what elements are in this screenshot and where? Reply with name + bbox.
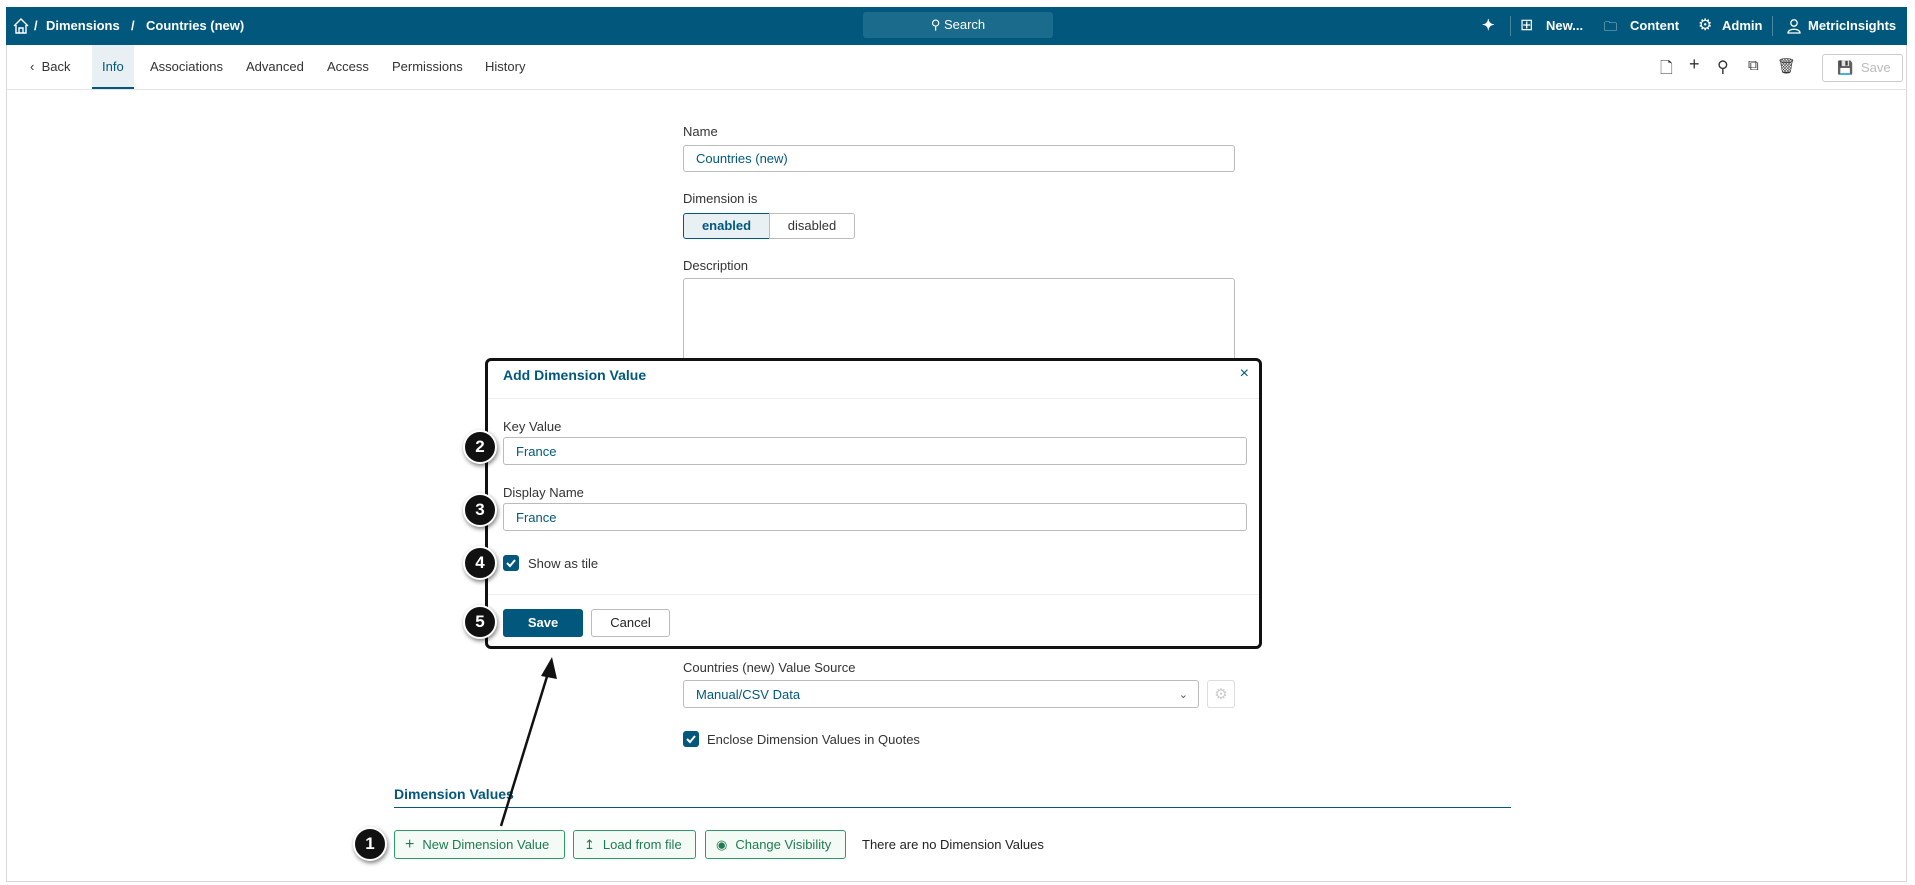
dialog-cancel-button[interactable]: Cancel <box>591 609 670 637</box>
breadcrumb-current: Countries (new) <box>146 18 245 33</box>
step-marker-3: 3 <box>463 493 497 527</box>
value-source-select[interactable]: Manual/CSV Data ⌄ <box>683 680 1199 708</box>
divider <box>394 807 1511 808</box>
tab-advanced[interactable]: Advanced <box>236 45 314 89</box>
folder-icon: 🗀 <box>1604 19 1618 34</box>
tab-permissions[interactable]: Permissions <box>382 45 473 89</box>
save-label: Save <box>1861 60 1891 75</box>
key-value-input[interactable]: France <box>503 437 1247 465</box>
new-dimension-value-label: New Dimension Value <box>422 837 550 852</box>
step-marker-1: 1 <box>353 827 387 861</box>
tab-history[interactable]: History <box>475 45 535 89</box>
value-source-value: Manual/CSV Data <box>696 686 801 702</box>
load-from-file-label: Load from file <box>602 837 682 852</box>
name-label: Name <box>683 124 718 139</box>
document-icon[interactable]: 🗋 <box>1660 57 1680 77</box>
new-menu[interactable]: New... <box>1546 18 1583 33</box>
change-visibility-label: Change Visibility <box>735 837 832 852</box>
change-visibility-button[interactable]: ◉ Change Visibility <box>705 830 846 859</box>
tab-access[interactable]: Access <box>317 45 379 89</box>
eye-icon: ◉ <box>716 837 728 852</box>
name-input[interactable]: Countries (new) <box>683 145 1235 172</box>
top-bar: / Dimensions / Countries (new) ⚲ Search … <box>6 7 1907 45</box>
plus-square-icon: ⊞ <box>1520 17 1534 34</box>
display-name-input[interactable]: France <box>503 503 1247 531</box>
user-menu[interactable]: MetricInsights <box>1808 18 1896 33</box>
show-as-tile-label: Show as tile <box>528 556 599 571</box>
close-icon[interactable]: × <box>1240 365 1249 383</box>
step-marker-2: 2 <box>463 430 497 464</box>
enabled-toggle[interactable]: enabled <box>683 213 770 239</box>
search-icon: ⚲ <box>930 17 941 32</box>
step-marker-5: 5 <box>463 605 497 639</box>
upload-icon: ↥ <box>584 837 595 852</box>
tab-bar: ‹ Back Info Associations Advanced Access… <box>6 45 1907 90</box>
dialog-save-button[interactable]: Save <box>503 609 583 637</box>
trash-icon[interactable]: 🗑 <box>1777 57 1797 77</box>
content-menu[interactable]: Content <box>1630 18 1679 33</box>
enclose-checkbox[interactable] <box>683 731 699 747</box>
check-icon <box>506 559 516 568</box>
admin-menu[interactable]: Admin <box>1722 18 1762 33</box>
home-icon[interactable] <box>12 17 30 35</box>
tab-associations[interactable]: Associations <box>140 45 233 89</box>
search-icon[interactable]: ⚲ <box>1717 57 1737 77</box>
description-label: Description <box>683 258 749 273</box>
search-label: Search <box>943 17 986 32</box>
load-from-file-button[interactable]: ↥ Load from file <box>573 830 696 859</box>
gear-icon: ⚙ <box>1698 17 1713 34</box>
search-button[interactable]: ⚲ Search <box>863 12 1053 38</box>
dialog-title: Add Dimension Value <box>503 367 647 383</box>
disabled-toggle[interactable]: disabled <box>769 213 855 239</box>
back-label: Back <box>41 59 71 74</box>
add-dimension-value-dialog: Add Dimension Value × Key Value France D… <box>485 358 1262 649</box>
plus-icon[interactable]: + <box>1689 54 1709 74</box>
tab-info[interactable]: Info <box>92 45 134 89</box>
step-marker-4: 4 <box>463 546 497 580</box>
description-textarea[interactable] <box>683 278 1235 368</box>
copy-icon[interactable]: ⧉ <box>1748 57 1768 77</box>
save-button[interactable]: 💾 Save <box>1822 54 1903 82</box>
show-as-tile-checkbox[interactable] <box>503 555 519 571</box>
gear-icon[interactable]: ⚙ <box>1207 680 1235 708</box>
display-name-label: Display Name <box>503 485 584 500</box>
new-dimension-value-button[interactable]: + New Dimension Value <box>394 830 565 859</box>
key-value-label: Key Value <box>503 419 562 434</box>
ai-assistant-icon[interactable]: ✦ <box>1482 16 1495 34</box>
chevron-down-icon: ⌄ <box>1178 688 1188 701</box>
plus-icon: + <box>405 836 415 853</box>
check-icon <box>686 735 696 744</box>
value-source-label: Countries (new) Value Source <box>683 660 856 675</box>
user-icon <box>1787 19 1801 34</box>
back-button[interactable]: ‹ Back <box>20 45 80 89</box>
empty-message: There are no Dimension Values <box>862 837 1044 852</box>
dimension-is-label: Dimension is <box>683 191 758 206</box>
dimension-values-heading: Dimension Values <box>394 786 514 802</box>
breadcrumb-dimensions[interactable]: Dimensions <box>46 18 120 33</box>
enclose-label: Enclose Dimension Values in Quotes <box>707 732 920 747</box>
chevron-left-icon: ‹ <box>30 59 35 74</box>
floppy-icon: 💾 <box>1837 60 1854 75</box>
